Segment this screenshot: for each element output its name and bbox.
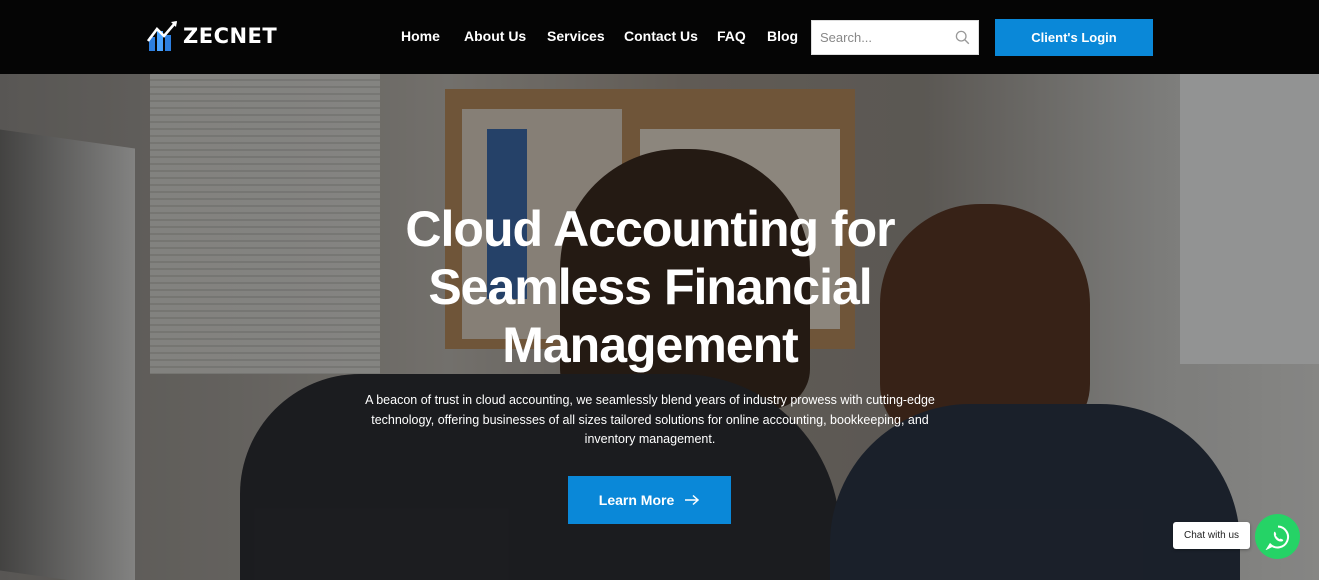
top-navbar: ZECNET Home About Us Services Contact Us…: [0, 0, 1319, 74]
brand-logo[interactable]: ZECNET: [146, 19, 277, 53]
hero-section: Cloud Accounting for Seamless Financial …: [0, 74, 1319, 580]
learn-more-label: Learn More: [598, 492, 675, 508]
whatsapp-icon: [1265, 525, 1289, 550]
learn-more-button[interactable]: Learn More: [568, 476, 731, 524]
whatsapp-chat-button[interactable]: [1255, 514, 1300, 559]
brand-name: ZECNET: [183, 24, 278, 48]
nav-services[interactable]: Services: [547, 28, 605, 44]
logo-chart-icon: [146, 21, 177, 51]
search-icon[interactable]: [955, 30, 970, 50]
hero-title: Cloud Accounting for Seamless Financial …: [405, 201, 895, 373]
nav-about-us[interactable]: About Us: [464, 28, 526, 44]
hero-description: A beacon of trust in cloud accounting, w…: [365, 393, 935, 446]
chat-with-us-label[interactable]: Chat with us: [1173, 522, 1250, 549]
nav-home[interactable]: Home: [401, 28, 440, 44]
nav-contact-us[interactable]: Contact Us: [624, 28, 698, 44]
arrow-right-icon: [685, 494, 700, 506]
nav-blog[interactable]: Blog: [767, 28, 798, 44]
search-box: [811, 20, 979, 55]
nav-faq[interactable]: FAQ: [717, 28, 746, 44]
client-login-button[interactable]: Client's Login: [995, 19, 1153, 56]
search-input[interactable]: [812, 21, 942, 54]
